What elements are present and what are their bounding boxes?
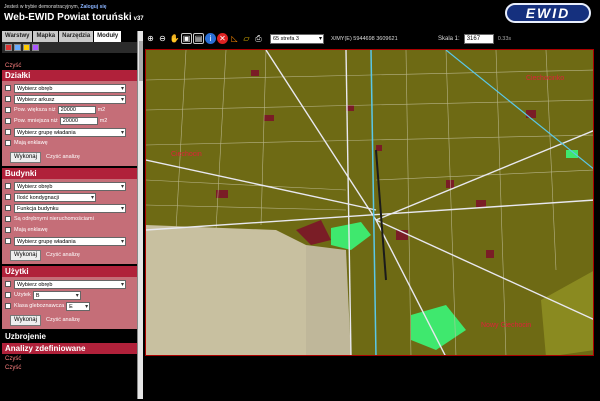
section-analizy[interactable]: Analizy zdefiniowane bbox=[2, 343, 138, 354]
section-dzialki: Działki Wybierz obręb Wybierz arkusz Pow… bbox=[2, 70, 138, 166]
layers-icon[interactable] bbox=[14, 44, 21, 51]
section-uzbrojenie[interactable]: Uzbrojenie bbox=[2, 331, 138, 343]
map-footer bbox=[145, 358, 600, 401]
section-uzytki: Użytki Wybierz obręb UżytekB Klasa glebo… bbox=[2, 266, 138, 329]
klasa-label: Klasa gleboznawcza bbox=[14, 303, 65, 309]
uzytek-select[interactable]: B bbox=[32, 290, 81, 300]
grid-icon[interactable] bbox=[5, 44, 12, 51]
clear-icon[interactable]: ✕ bbox=[217, 33, 228, 44]
execute-button[interactable]: Wykonaj bbox=[10, 249, 41, 261]
clear-top-link[interactable]: Czyść bbox=[2, 61, 138, 70]
tab-moduly[interactable]: Moduły bbox=[94, 31, 122, 42]
pow-mniejsza-input[interactable]: 20000 bbox=[59, 117, 98, 125]
section-budynki: Budynki Wybierz obręb Ilość kondygnacji … bbox=[2, 168, 138, 264]
execute-button[interactable]: Wykonaj bbox=[10, 151, 41, 163]
checkbox[interactable] bbox=[5, 216, 11, 222]
unit-label: m2 bbox=[97, 107, 106, 113]
pan-hand-icon[interactable]: ✋ bbox=[169, 33, 180, 44]
checkbox[interactable] bbox=[5, 238, 11, 244]
enklawa-label: Mają enklawę bbox=[14, 227, 48, 233]
sidebar-content: Czyść Działki Wybierz obręb Wybierz arku… bbox=[2, 61, 138, 399]
app-title-text: Web-EWID Powiat toruński bbox=[4, 12, 132, 23]
section-title[interactable]: Działki bbox=[2, 70, 138, 81]
map-label-nowy-ciechocin: Nowy Ciechocin bbox=[481, 322, 531, 329]
checkbox[interactable] bbox=[5, 292, 11, 298]
map-label-ciechocinko: Ciechocinko bbox=[526, 75, 564, 82]
kondygnacji-select[interactable]: Ilość kondygnacji bbox=[14, 192, 96, 202]
obreb-select[interactable]: Wybierz obręb bbox=[14, 279, 126, 289]
coordinates: X/MY(E) 5944698 3609621 bbox=[331, 35, 398, 42]
version: v37 bbox=[133, 16, 144, 22]
pow-wieksza-label: Pow. większa niż bbox=[14, 107, 56, 113]
execute-button[interactable]: Wykonaj bbox=[10, 314, 41, 326]
app-header: Jesteś w trybie demonstracyjnym, Zaloguj… bbox=[0, 0, 600, 30]
tab-warstwy[interactable]: Warstwy bbox=[2, 31, 33, 42]
checkbox[interactable] bbox=[5, 205, 11, 211]
tab-mapka[interactable]: Mapka bbox=[33, 31, 59, 42]
brush-icon[interactable] bbox=[32, 44, 39, 51]
grupa-select[interactable]: Wybierz grupę władania bbox=[14, 127, 126, 137]
measure-icon[interactable]: ◺ bbox=[229, 33, 240, 44]
checkbox[interactable] bbox=[5, 183, 11, 189]
full-extent-icon[interactable]: ▣ bbox=[181, 33, 192, 44]
checkbox[interactable] bbox=[5, 140, 11, 146]
app-title: Web-EWID Powiat toruński v37 bbox=[4, 12, 144, 23]
uzytek-label: Użytek bbox=[14, 292, 31, 298]
scrollbar-thumb[interactable] bbox=[139, 41, 143, 81]
render-time: 0.33s bbox=[497, 35, 512, 42]
module-toolbar bbox=[2, 42, 138, 53]
print-icon[interactable]: ⎙ bbox=[253, 33, 264, 44]
area-icon[interactable]: ▱ bbox=[241, 33, 252, 44]
checkbox[interactable] bbox=[5, 85, 11, 91]
pow-wieksza-input[interactable]: 20000 bbox=[57, 106, 96, 114]
odrebne-label: Są odrębnymi nieruchomościami bbox=[14, 216, 94, 222]
map-label-ciechocin: Ciechocin bbox=[171, 151, 202, 158]
s-icon[interactable] bbox=[23, 44, 30, 51]
arkusz-select[interactable]: Wybierz arkusz bbox=[14, 94, 126, 104]
pow-mniejsza-label: Pow. mniejsza niż bbox=[14, 118, 58, 124]
tab-narzedzia[interactable]: Narzędzia bbox=[59, 31, 94, 42]
scale-input[interactable]: 3167 bbox=[463, 33, 494, 44]
section-title[interactable]: Budynki bbox=[2, 168, 138, 179]
obreb-select[interactable]: Wybierz obręb bbox=[14, 83, 126, 93]
checkbox[interactable] bbox=[5, 129, 11, 135]
klasa-select[interactable]: E bbox=[66, 301, 91, 311]
select-icon[interactable]: ▤ bbox=[193, 33, 204, 44]
enklawa-label: Mają enklawę bbox=[14, 140, 48, 146]
map-view[interactable]: Ciechocinko Ciechocin Nowy Ciechocin bbox=[145, 49, 594, 356]
clear-analysis-link[interactable]: Czyść analizę bbox=[46, 317, 80, 323]
funkcja-select[interactable]: Funkcja budynku bbox=[14, 203, 126, 213]
grupa-select[interactable]: Wybierz grupę władania bbox=[14, 236, 126, 246]
zoom-out-icon[interactable]: ⊖ bbox=[157, 33, 168, 44]
checkbox[interactable] bbox=[5, 227, 11, 233]
clear-analysis-link[interactable]: Czyść analizę bbox=[46, 252, 80, 258]
checkbox[interactable] bbox=[5, 281, 11, 287]
zoom-in-icon[interactable]: ⊕ bbox=[145, 33, 156, 44]
tab-bar: Warstwy Mapka Narzędzia Moduły bbox=[2, 31, 138, 42]
clear-analysis-link[interactable]: Czyść analizę bbox=[46, 154, 80, 160]
checkbox[interactable] bbox=[5, 303, 11, 309]
sidebar-scrollbar[interactable] bbox=[137, 31, 143, 399]
clear-link[interactable]: Czyść bbox=[2, 354, 138, 363]
checkbox[interactable] bbox=[5, 107, 11, 113]
obreb-select[interactable]: Wybierz obręb bbox=[14, 181, 126, 191]
login-link[interactable]: Zaloguj się bbox=[80, 4, 106, 10]
layer-select[interactable]: 65 strefa 3 bbox=[270, 33, 324, 44]
checkbox[interactable] bbox=[5, 118, 11, 124]
sidebar: Warstwy Mapka Narzędzia Moduły Czyść Dzi… bbox=[2, 31, 138, 399]
checkbox[interactable] bbox=[5, 96, 11, 102]
checkbox[interactable] bbox=[5, 194, 11, 200]
section-title[interactable]: Użytki bbox=[2, 266, 138, 277]
map-toolbar: ⊕ ⊖ ✋ ▣ ▤ i ✕ ◺ ▱ ⎙ 65 strefa 3 X/MY(E) … bbox=[145, 31, 600, 46]
ewid-logo: EWID bbox=[505, 3, 591, 23]
demo-notice: Jesteś w trybie demonstracyjnym, Zaloguj… bbox=[4, 4, 107, 10]
unit-label: m2 bbox=[99, 118, 108, 124]
clear-link[interactable]: Czyść bbox=[2, 363, 138, 372]
info-icon[interactable]: i bbox=[205, 33, 216, 44]
map-canvas: Ciechocinko Ciechocin Nowy Ciechocin bbox=[146, 50, 593, 355]
demo-text: Jesteś w trybie demonstracyjnym, bbox=[4, 4, 80, 10]
scale-label: Skala 1: bbox=[438, 35, 460, 42]
